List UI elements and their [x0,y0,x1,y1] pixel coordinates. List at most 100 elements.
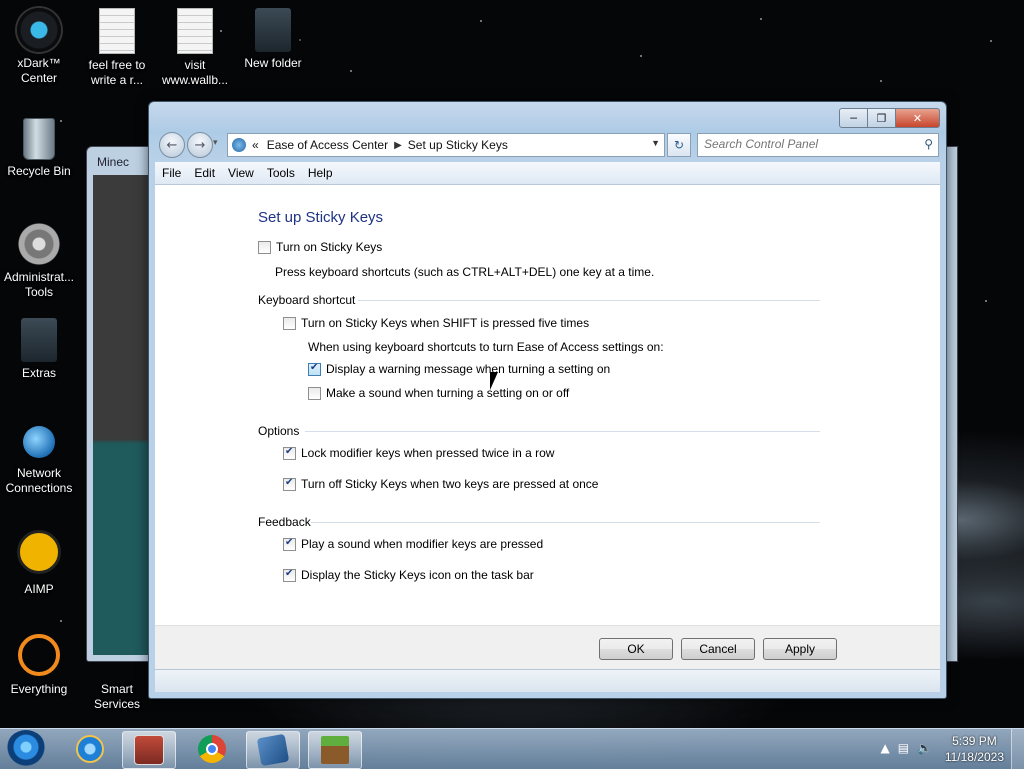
menu-view[interactable]: View [221,166,260,180]
checkbox-label[interactable]: Display the Sticky Keys icon on the task… [301,568,534,582]
desktop-icon-label: visit www.wallb... [161,58,229,87]
dialog-footer: OK Cancel Apply [155,625,940,670]
desktop-icon-label: AIMP [24,582,54,596]
maximize-button[interactable]: ❐ [868,108,896,128]
breadcrumb-ease-of-access[interactable]: Ease of Access Center [267,138,388,152]
apply-button[interactable]: Apply [763,638,837,660]
keyboard-shortcut-heading: Keyboard shortcut [258,293,356,307]
desktop-icon-label: New folder [244,56,302,70]
checkbox-box[interactable] [283,477,296,491]
breadcrumb-prefix[interactable]: « [252,138,259,152]
shift-five-times-checkbox[interactable]: Turn on Sticky Keys when SHIFT is presse… [283,316,589,330]
recent-pages-dropdown[interactable]: ▾ [213,138,218,148]
taskbar-minecraft[interactable] [308,731,362,769]
checkbox-box[interactable] [258,240,271,254]
search-input[interactable] [698,134,920,154]
desktop-icon-visit[interactable]: visit www.wallb... [156,8,234,88]
desktop-icon-everything[interactable]: Everything [0,634,78,697]
checkbox-label[interactable]: Lock modifier keys when pressed twice in… [301,446,554,460]
desktop-icon-label: Smart Services [93,682,140,711]
checkbox-box[interactable] [283,568,296,582]
taskbar-icon-checkbox[interactable]: Display the Sticky Keys icon on the task… [283,568,534,582]
minimize-button[interactable]: ─ [839,108,868,128]
background-window[interactable]: Minec [86,146,154,662]
breadcrumb-separator-icon[interactable]: ▶ [394,140,402,151]
control-panel-icon [232,138,246,152]
back-button[interactable]: ← [159,132,185,158]
desktop-icon-extras[interactable]: Extras [0,318,78,381]
desktop-icon-xdark-center[interactable]: xDark™ Center [0,8,78,86]
taskbar-file-manager[interactable] [122,731,176,769]
clock-date: 11/18/2023 [944,750,1004,764]
options-heading: Options [258,424,300,438]
recycle-bin-icon [23,118,55,160]
content-pane: Set up Sticky Keys Turn on Sticky Keys P… [155,185,940,625]
turn-off-sticky-keys-checkbox[interactable]: Turn off Sticky Keys when two keys are p… [283,477,598,491]
make-sound-checkbox[interactable]: Make a sound when turning a setting on o… [308,386,569,400]
cancel-button[interactable]: Cancel [681,638,755,660]
start-button[interactable] [6,730,46,768]
search-icon[interactable]: ⚲ [924,137,933,151]
desktop-icon-label: Recycle Bin [7,164,71,178]
desktop-icon-smart-services[interactable]: Smart Services [78,682,156,712]
aimp-icon [17,530,61,574]
checkbox-label[interactable]: Turn on Sticky Keys [276,240,382,254]
desktop-icon-aimp[interactable]: AIMP [0,530,78,597]
lock-modifier-keys-checkbox[interactable]: Lock modifier keys when pressed twice in… [283,446,554,460]
breadcrumb-set-up-sticky-keys[interactable]: Set up Sticky Keys [408,138,508,152]
window-controls: ─ ❐ ✕ [839,108,940,128]
desktop-icon-label: Extras [21,366,56,380]
checkbox-label[interactable]: Make a sound when turning a setting on o… [326,386,569,400]
volume-muted-icon[interactable]: 🔈 [917,741,932,755]
menu-tools[interactable]: Tools [260,166,301,180]
play-sound-checkbox[interactable]: Play a sound when modifier keys are pres… [283,537,543,551]
clock[interactable]: 5:39 PM 11/18/2023 [945,733,1004,765]
menu-edit[interactable]: Edit [187,166,221,180]
desktop-icon-admin-tools[interactable]: Administrat... Tools [0,222,78,300]
menu-file[interactable]: File [155,166,187,180]
refresh-button[interactable]: ↻ [667,133,691,157]
checkbox-label[interactable]: Play a sound when modifier keys are pres… [301,537,543,551]
sticky-keys-window[interactable]: ─ ❐ ✕ ← → ▾ « Ease of Access Center ▶ Se… [148,101,947,699]
address-dropdown-icon[interactable]: ▼ [651,138,660,148]
status-bar [155,669,940,692]
checkbox-box[interactable] [283,537,296,551]
desktop-icon-recycle-bin[interactable]: Recycle Bin [0,118,78,179]
xdark-center-icon [17,8,61,52]
ok-button[interactable]: OK [599,638,673,660]
desktop-icon-new-folder[interactable]: New folder [234,8,312,71]
system-tray: ▲ ▤ 🔈 [880,741,932,755]
chrome-icon [198,735,226,763]
taskbar-chrome[interactable] [186,731,238,767]
address-bar[interactable]: « Ease of Access Center ▶ Set up Sticky … [227,133,665,157]
checkbox-box[interactable] [308,386,321,400]
warning-message-checkbox[interactable]: Display a warning message when turning a… [308,362,610,376]
show-hidden-icons-icon[interactable]: ▲ [880,741,889,755]
internet-explorer-icon [76,735,104,763]
turn-on-sticky-keys-checkbox[interactable]: Turn on Sticky Keys [258,240,382,254]
desktop-icon-feel-free[interactable]: feel free to write a r... [78,8,156,88]
checkbox-box[interactable] [308,362,321,376]
taskbar-control-panel[interactable] [246,731,300,769]
background-window-content [93,175,153,655]
checkbox-box[interactable] [283,446,296,460]
close-button[interactable]: ✕ [896,108,940,128]
text-document-icon [99,8,135,54]
network-icon[interactable]: ▤ [898,741,909,755]
checkbox-label[interactable]: Turn on Sticky Keys when SHIFT is presse… [301,316,589,330]
checkbox-box[interactable] [283,316,296,330]
desktop-icon-label: Administrat... Tools [3,270,75,299]
group-divider [311,522,820,523]
forward-button[interactable]: → [187,132,213,158]
checkbox-label[interactable]: Turn off Sticky Keys when two keys are p… [301,477,598,491]
desktop-icon-network-connections[interactable]: Network Connections [0,426,78,496]
mouse-cursor-icon [490,372,498,390]
search-box[interactable]: ⚲ [697,133,939,157]
gears-icon [17,222,61,266]
text-document-icon [177,8,213,54]
checkbox-label[interactable]: Display a warning message when turning a… [326,362,610,376]
folder-icon [21,318,57,362]
menu-help[interactable]: Help [301,166,339,180]
taskbar-internet-explorer[interactable] [64,731,116,767]
show-desktop-button[interactable] [1011,729,1024,769]
